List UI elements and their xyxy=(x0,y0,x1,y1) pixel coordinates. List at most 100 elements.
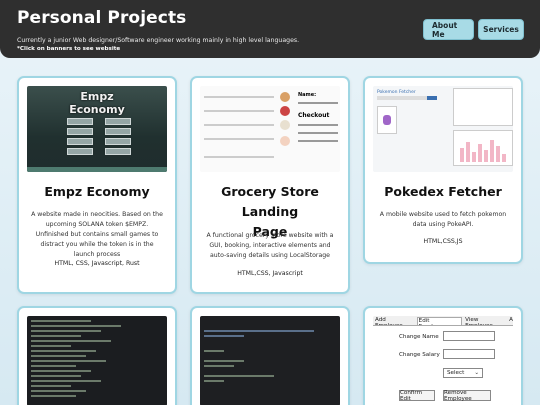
grocery-row xyxy=(204,138,274,140)
project-banner-4[interactable] xyxy=(27,316,167,405)
confirm-edit-button: Confirm Edit xyxy=(399,390,435,402)
page-title: Personal Projects xyxy=(17,8,187,28)
page-subtitle: Currently a junior Web designer/Software… xyxy=(17,37,300,44)
bread-icon xyxy=(280,92,290,102)
pokedex-chart-panel xyxy=(453,130,513,166)
stat-bar xyxy=(460,148,464,162)
terminal-line xyxy=(204,380,224,382)
terminal-line xyxy=(31,395,76,397)
project-card-pokedex: Pokemon Fetcher Pokedex Fetcher A mobile… xyxy=(363,76,523,264)
project-card-4 xyxy=(17,306,177,405)
grocery-checkout-label: Checkout xyxy=(298,112,330,119)
project-tech: HTML, CSS, Javascript, Rust xyxy=(54,260,140,267)
milk-icon xyxy=(280,120,290,130)
about-me-button[interactable]: About Me xyxy=(423,19,474,40)
grocery-row xyxy=(204,124,274,126)
project-tech: HTML,CSS, Javascript xyxy=(237,270,303,277)
project-card-grocery: Name: Checkout Grocery Store Landing Pag… xyxy=(190,76,350,294)
terminal-line xyxy=(31,380,101,382)
terminal-line xyxy=(204,330,314,332)
terminal-line xyxy=(31,345,71,347)
terminal-line xyxy=(31,325,121,327)
terminal-line xyxy=(204,360,244,362)
change-name-input xyxy=(443,331,495,341)
terminal-line xyxy=(31,390,86,392)
project-description: A functional grocery store website with … xyxy=(206,232,334,259)
terminal-line xyxy=(204,365,234,367)
select-dropdown-value: Select xyxy=(447,370,465,376)
project-card-6: Add Employee Edit Employees View Employe… xyxy=(363,306,523,405)
winforms-panel: Change Name Change Salary Select ⌄ Confi… xyxy=(373,325,513,405)
pokedex-search-button xyxy=(427,96,437,100)
grocery-name-label: Name: xyxy=(298,92,317,98)
stat-bar xyxy=(478,144,482,162)
empz-footer-bar xyxy=(27,167,167,172)
grocery-row xyxy=(204,156,274,158)
empz-menu-block xyxy=(67,118,93,125)
remove-employee-button: Remove Employee xyxy=(443,390,491,402)
terminal-line xyxy=(31,365,76,367)
chevron-down-icon: ⌄ xyxy=(474,370,479,376)
grocery-field xyxy=(298,102,338,104)
stat-bar xyxy=(502,154,506,162)
grocery-row xyxy=(204,110,274,112)
pokedex-sprite-frame xyxy=(377,106,397,134)
empz-banner-title-2: Economy xyxy=(69,103,125,116)
empz-banner-title-1: Empz xyxy=(80,90,114,103)
stat-bar xyxy=(496,146,500,162)
grocery-row xyxy=(204,96,274,98)
change-salary-label: Change Salary xyxy=(399,352,440,358)
grocery-banner[interactable]: Name: Checkout xyxy=(200,86,340,172)
egg-icon xyxy=(280,136,290,146)
pokedex-banner-header: Pokemon Fetcher xyxy=(377,90,416,95)
stat-bar xyxy=(484,150,488,162)
project-description: A website made in neocities. Based on th… xyxy=(31,211,163,258)
pokemon-sprite-icon xyxy=(383,115,391,125)
pokedex-stats-panel xyxy=(453,88,513,126)
terminal-line xyxy=(31,330,101,332)
terminal-line xyxy=(204,375,274,377)
project-card-5 xyxy=(190,306,350,405)
grocery-field xyxy=(298,132,338,134)
stat-bar xyxy=(466,142,470,162)
project-title: Pokedex Fetcher xyxy=(384,184,502,199)
project-tech: HTML,CSS,JS xyxy=(423,238,463,245)
select-dropdown: Select ⌄ xyxy=(443,368,483,378)
project-banner-6[interactable]: Add Employee Edit Employees View Employe… xyxy=(373,316,513,405)
services-button[interactable]: Services xyxy=(478,19,524,40)
project-banner-5[interactable] xyxy=(200,316,340,405)
click-hint: *Click on banners to see website xyxy=(17,46,121,52)
empz-menu-block xyxy=(67,138,93,145)
stat-bar xyxy=(490,140,494,162)
terminal-line xyxy=(204,335,244,337)
grocery-field xyxy=(298,140,338,142)
apple-icon xyxy=(280,106,290,116)
change-name-label: Change Name xyxy=(399,334,439,340)
project-card-empz: Empz Economy Empz Economy A website made… xyxy=(17,76,177,294)
terminal-line xyxy=(31,350,96,352)
terminal-line xyxy=(31,360,106,362)
terminal-line xyxy=(31,375,81,377)
terminal-line xyxy=(31,355,86,357)
grocery-field xyxy=(298,124,338,126)
project-title-line1: Grocery Store Landing xyxy=(221,184,319,219)
terminal-line xyxy=(204,350,224,352)
page-header: Personal Projects Currently a junior Web… xyxy=(0,0,540,58)
terminal-line xyxy=(31,370,91,372)
project-description: A mobile website used to fetch pokemon d… xyxy=(379,211,507,228)
terminal-line xyxy=(31,385,71,387)
terminal-line xyxy=(31,340,111,342)
project-title: Empz Economy xyxy=(44,184,150,199)
terminal-line xyxy=(31,320,91,322)
terminal-line xyxy=(31,335,81,337)
empz-menu-block xyxy=(67,148,93,155)
empz-menu-block xyxy=(105,118,131,125)
empz-menu-block xyxy=(105,138,131,145)
empz-banner[interactable]: Empz Economy xyxy=(27,86,167,172)
empz-menu-block xyxy=(105,128,131,135)
pokedex-banner[interactable]: Pokemon Fetcher xyxy=(373,86,513,172)
change-salary-input xyxy=(443,349,495,359)
empz-menu-block xyxy=(67,128,93,135)
empz-menu-block xyxy=(105,148,131,155)
stat-bar xyxy=(472,152,476,162)
